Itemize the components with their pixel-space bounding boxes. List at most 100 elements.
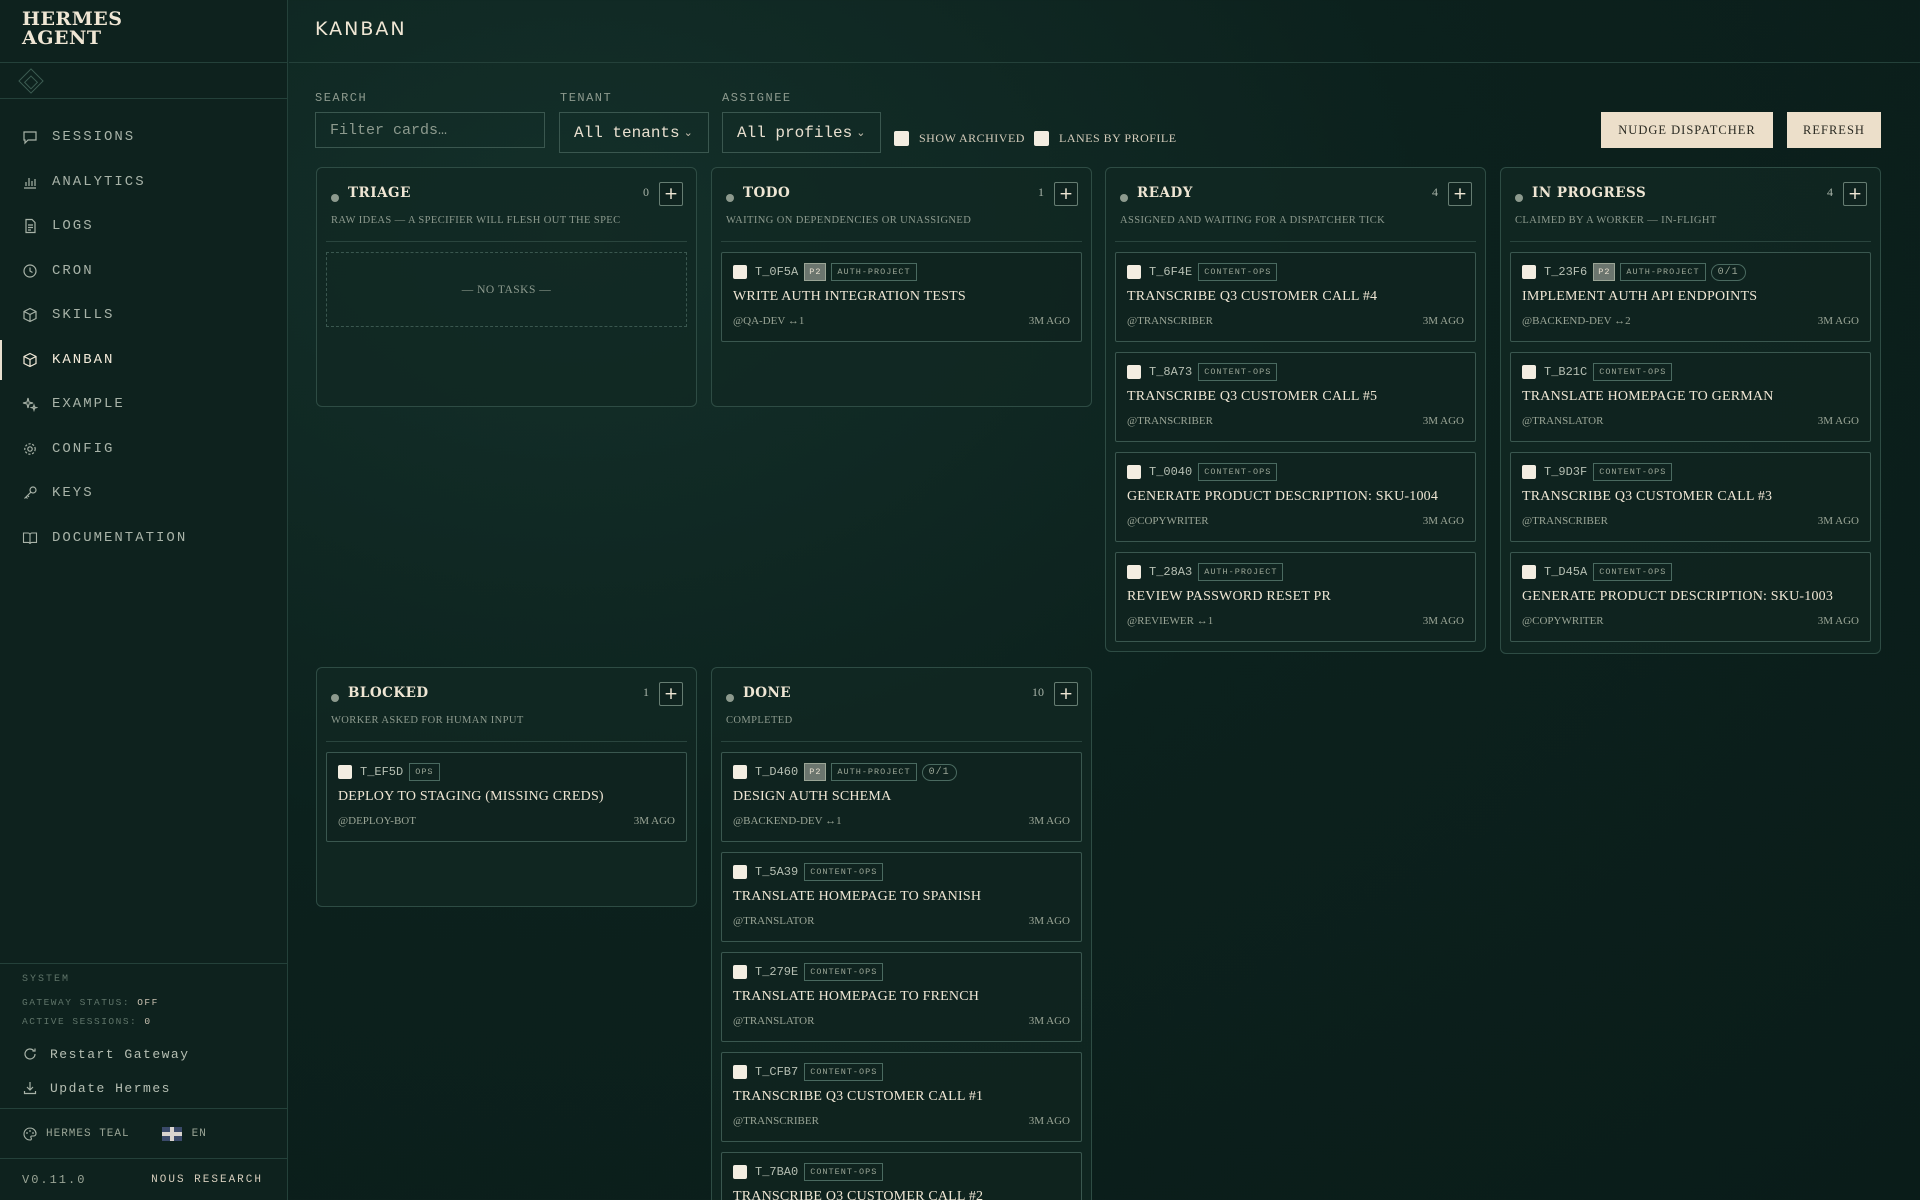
sidebar-item-label: KANBAN <box>52 351 115 368</box>
task-card[interactable]: T_D45A CONTENT-OPS GENERATE PRODUCT DESCRI… <box>1510 552 1871 642</box>
chevron-down-icon: ⌄ <box>856 127 866 140</box>
gateway-status-value: OFF <box>137 997 159 1008</box>
lane-title: IN PROGRESS <box>1532 185 1647 201</box>
search-input[interactable] <box>315 112 545 148</box>
card-assignee: @TRANSCRIBER <box>1127 315 1213 327</box>
card-id: T_28A3 <box>1149 565 1193 579</box>
card-select-checkbox[interactable] <box>1522 365 1536 379</box>
card-assignee: @TRANSLATOR <box>733 1015 815 1027</box>
sidebar-item-example[interactable]: EXAMPLE <box>0 382 287 427</box>
task-card[interactable]: T_D460 P2 AUTH-PROJECT 0/1 DESIGN AUTH SCHEM… <box>721 752 1082 842</box>
priority-badge: P2 <box>804 263 827 281</box>
card-select-checkbox[interactable] <box>733 265 747 279</box>
project-tag: AUTH-PROJECT <box>1198 563 1284 581</box>
add-card-button[interactable]: + <box>1843 182 1867 206</box>
project-tag: CONTENT-OPS <box>804 863 884 881</box>
update-hermes-button[interactable]: Update Hermes <box>22 1071 265 1105</box>
show-archived-checkbox[interactable] <box>894 131 909 146</box>
task-card[interactable]: T_9D3F CONTENT-OPS TRANSCRIBE Q3 CUSTOMER … <box>1510 452 1871 542</box>
lane-count: 0 <box>643 185 649 199</box>
card-select-checkbox[interactable] <box>733 765 747 779</box>
task-card[interactable]: T_B21C CONTENT-OPS TRANSLATE HOMEPAGE TO G… <box>1510 352 1871 442</box>
refresh-button[interactable]: REFRESH <box>1787 112 1881 148</box>
sidebar-item-cron[interactable]: CRON <box>0 249 287 294</box>
gateway-status-label: GATEWAY STATUS: <box>22 997 131 1008</box>
lane-header: TODO 1 + WAITING ON DEPENDENCIES OR UNASSIG… <box>721 168 1082 242</box>
assignee-select-value: All profiles <box>737 123 853 142</box>
card-select-checkbox[interactable] <box>733 1165 747 1179</box>
task-card[interactable]: T_6F4E CONTENT-OPS TRANSCRIBE Q3 CUSTOMER … <box>1115 252 1476 342</box>
lane-description: CLAIMED BY A WORKER — IN-FLIGHT <box>1515 215 1717 226</box>
add-card-button[interactable]: + <box>1054 682 1078 706</box>
message-icon <box>22 129 38 145</box>
card-select-checkbox[interactable] <box>1522 265 1536 279</box>
card-timestamp: 3M AGO <box>1817 515 1859 527</box>
card-title: TRANSCRIBE Q3 CUSTOMER CALL #1 <box>733 1089 984 1104</box>
sidebar-item-config[interactable]: CONFIG <box>0 427 287 472</box>
task-card[interactable]: T_0040 CONTENT-OPS GENERATE PRODUCT DESCRI… <box>1115 452 1476 542</box>
task-card[interactable]: T_CFB7 CONTENT-OPS TRANSCRIBE Q3 CUSTOMER … <box>721 1052 1082 1142</box>
language-selector[interactable]: EN <box>192 1128 207 1140</box>
task-card[interactable]: T_8A73 CONTENT-OPS TRANSCRIBE Q3 CUSTOMER … <box>1115 352 1476 442</box>
version-label: V0.11.0 <box>22 1172 87 1187</box>
sidebar-item-sessions[interactable]: SESSIONS <box>0 115 287 160</box>
theme-selector[interactable]: HERMES TEAL <box>46 1128 130 1140</box>
download-icon <box>22 1080 38 1096</box>
sidebar-item-logs[interactable]: LOGS <box>0 204 287 249</box>
task-card[interactable]: T_5A39 CONTENT-OPS TRANSLATE HOMEPAGE TO S… <box>721 852 1082 942</box>
restart-gateway-button[interactable]: Restart Gateway <box>22 1037 265 1071</box>
lane-body: T_EF5D OPS DEPLOY TO STAGING (MISSING CRED… <box>317 742 696 842</box>
card-select-checkbox[interactable] <box>1522 565 1536 579</box>
top-bar: KANBAN <box>289 0 1920 63</box>
card-select-checkbox[interactable] <box>1127 565 1141 579</box>
project-tag: AUTH-PROJECT <box>831 763 917 781</box>
lane-count: 4 <box>1432 185 1438 199</box>
card-timestamp: 3M AGO <box>1028 915 1070 927</box>
add-card-button[interactable]: + <box>659 682 683 706</box>
lane-count: 10 <box>1032 685 1044 699</box>
lane-description: RAW IDEAS — A SPECIFIER WILL FLESH OUT T… <box>331 215 621 226</box>
lanes-by-profile-toggle[interactable]: LANES BY PROFILE <box>1034 131 1177 146</box>
task-card[interactable]: T_0F5A P2 AUTH-PROJECT WRITE AUTH INTEGRATI… <box>721 252 1082 342</box>
bar-chart-icon <box>22 174 38 190</box>
nudge-dispatcher-button[interactable]: NUDGE DISPATCHER <box>1601 112 1773 148</box>
card-select-checkbox[interactable] <box>733 1065 747 1079</box>
task-card[interactable]: T_7BA0 CONTENT-OPS TRANSCRIBE Q3 CUSTOMER … <box>721 1152 1082 1200</box>
sidebar-item-analytics[interactable]: ANALYTICS <box>0 160 287 205</box>
lane-count: 4 <box>1827 185 1833 199</box>
card-select-checkbox[interactable] <box>1127 365 1141 379</box>
card-select-checkbox[interactable] <box>338 765 352 779</box>
sidebar-item-skills[interactable]: SKILLS <box>0 293 287 338</box>
sidebar-item-keys[interactable]: KEYS <box>0 471 287 516</box>
task-card[interactable]: T_23F6 P2 AUTH-PROJECT 0/1 IMPLEMENT AUTH AP… <box>1510 252 1871 342</box>
card-select-checkbox[interactable] <box>733 965 747 979</box>
card-assignee: @QA-DEV ↔1 <box>733 315 805 327</box>
task-card[interactable]: T_EF5D OPS DEPLOY TO STAGING (MISSING CRED… <box>326 752 687 842</box>
card-header: T_279E CONTENT-OPS <box>733 963 888 981</box>
tenant-select[interactable]: All tenants ⌄ <box>559 112 709 153</box>
gateway-status: GATEWAY STATUS: OFF <box>22 993 265 1012</box>
add-card-button[interactable]: + <box>659 182 683 206</box>
package-icon <box>22 307 38 323</box>
card-select-checkbox[interactable] <box>1127 265 1141 279</box>
card-title: TRANSLATE HOMEPAGE TO FRENCH <box>733 989 980 1004</box>
add-card-button[interactable]: + <box>1448 182 1472 206</box>
task-card[interactable]: T_279E CONTENT-OPS TRANSLATE HOMEPAGE TO F… <box>721 952 1082 1042</box>
card-header: T_D460 P2 AUTH-PROJECT 0/1 <box>733 763 962 781</box>
card-select-checkbox[interactable] <box>733 865 747 879</box>
add-card-button[interactable]: + <box>1054 182 1078 206</box>
lanes-by-profile-checkbox[interactable] <box>1034 131 1049 146</box>
sidebar-item-kanban[interactable]: KANBAN <box>0 338 287 383</box>
card-select-checkbox[interactable] <box>1127 465 1141 479</box>
card-title: WRITE AUTH INTEGRATION TESTS <box>733 289 966 304</box>
show-archived-toggle[interactable]: SHOW ARCHIVED <box>894 131 1025 146</box>
assignee-select[interactable]: All profiles ⌄ <box>722 112 881 153</box>
lane-triage: TRIAGE 0 + RAW IDEAS — A SPECIFIER WILL FLE… <box>316 167 697 407</box>
task-card[interactable]: T_28A3 AUTH-PROJECT REVIEW PASSWORD RESET … <box>1115 552 1476 642</box>
card-id: T_0F5A <box>755 265 799 279</box>
card-select-checkbox[interactable] <box>1522 465 1536 479</box>
sidebar-item-documentation[interactable]: DOCUMENTATION <box>0 516 287 561</box>
project-tag: CONTENT-OPS <box>804 1063 884 1081</box>
project-tag: CONTENT-OPS <box>804 963 884 981</box>
brand-logo[interactable]: HERMES AGENT <box>0 0 287 63</box>
